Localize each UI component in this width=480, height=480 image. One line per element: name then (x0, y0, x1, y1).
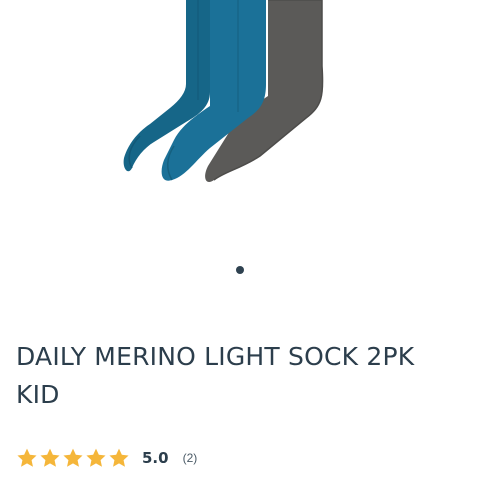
carousel-dot-active[interactable] (236, 266, 244, 274)
rating-stars (16, 447, 130, 469)
star-icon (17, 448, 37, 467)
rating-summary[interactable]: 5.0 (2) (16, 446, 197, 470)
star-icon (86, 448, 106, 467)
star-icon (109, 448, 129, 467)
review-count[interactable]: (2) (183, 451, 198, 465)
product-title: DAILY MERINO LIGHT SOCK 2PK KID (16, 342, 415, 409)
product-image-gallery[interactable] (0, 0, 480, 300)
carousel-dots (0, 266, 480, 276)
product-image[interactable] (110, 0, 350, 200)
star-icon (63, 448, 83, 467)
rating-value: 5.0 (142, 449, 169, 467)
star-icon (40, 448, 60, 467)
